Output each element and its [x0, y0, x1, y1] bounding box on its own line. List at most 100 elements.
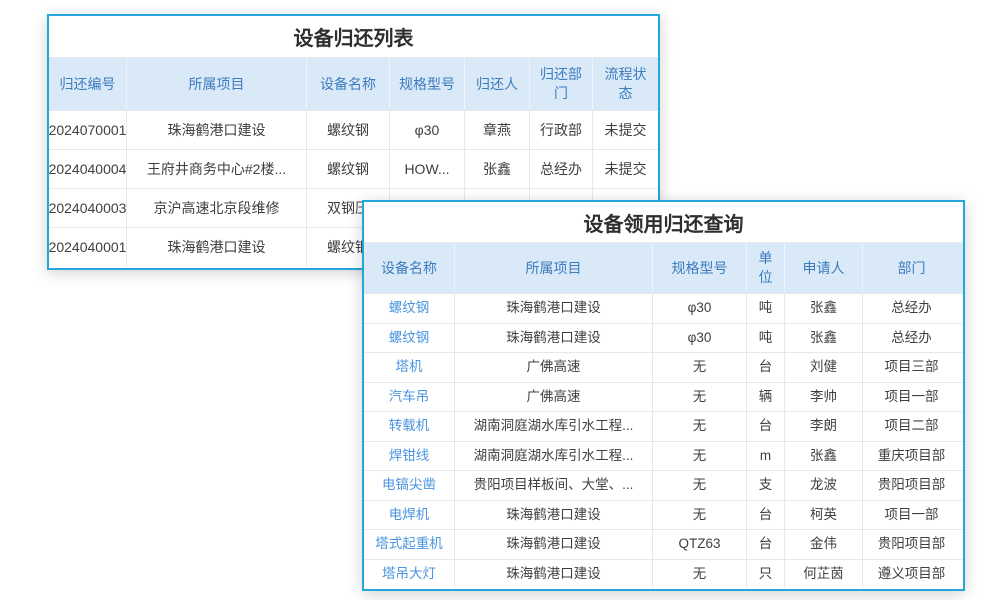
- table-cell: 珠海鹤港口建设: [127, 111, 307, 149]
- table-cell: 支: [747, 471, 785, 500]
- table-cell: φ30: [390, 111, 465, 149]
- table-cell: 珠海鹤港口建设: [455, 560, 653, 589]
- panel-title: 设备归还列表: [49, 16, 658, 58]
- table-cell: 广佛高速: [455, 383, 653, 412]
- table-header-row: 归还编号所属项目设备名称规格型号归还人归还部门流程状态: [49, 58, 658, 110]
- table-cell: 吨: [747, 294, 785, 323]
- table-cell: 何芷茵: [785, 560, 863, 589]
- table-cell: 未提交: [593, 111, 658, 149]
- table-cell: 重庆项目部: [863, 442, 960, 471]
- table-cell: 台: [747, 412, 785, 441]
- table-header-row: 设备名称所属项目规格型号单位申请人部门: [364, 243, 963, 293]
- table-cell: 2024040004: [49, 150, 127, 188]
- table-cell: 李朗: [785, 412, 863, 441]
- table-cell: φ30: [653, 324, 747, 353]
- equipment-name-link[interactable]: 转载机: [364, 412, 455, 441]
- table-cell: 遵义项目部: [863, 560, 960, 589]
- column-header: 流程状态: [593, 58, 658, 110]
- table-row: 塔机广佛高速无台刘健项目三部: [364, 352, 963, 382]
- table-cell: 2024070001: [49, 111, 127, 149]
- table-cell: 螺纹钢: [307, 150, 390, 188]
- equipment-name-link[interactable]: 塔式起重机: [364, 530, 455, 559]
- table-cell: 辆: [747, 383, 785, 412]
- table-row: 塔式起重机珠海鹤港口建设QTZ63台金伟贵阳项目部: [364, 529, 963, 559]
- table-cell: 项目一部: [863, 501, 960, 530]
- table-cell: 珠海鹤港口建设: [455, 530, 653, 559]
- table-cell: 珠海鹤港口建设: [455, 324, 653, 353]
- table-cell: 无: [653, 383, 747, 412]
- table-cell: 京沪高速北京段维修: [127, 189, 307, 227]
- table-cell: 无: [653, 560, 747, 589]
- table-cell: 湖南洞庭湖水库引水工程...: [455, 442, 653, 471]
- table-cell: 台: [747, 501, 785, 530]
- table-cell: 吨: [747, 324, 785, 353]
- table-row: 2024040004王府井商务中心#2楼...螺纹钢HOW...张鑫总经办未提交: [49, 149, 658, 188]
- table-row: 焊钳线湖南洞庭湖水库引水工程...无m张鑫重庆项目部: [364, 441, 963, 471]
- table-cell: 项目一部: [863, 383, 960, 412]
- table-row: 塔吊大灯珠海鹤港口建设无只何芷茵遵义项目部: [364, 559, 963, 589]
- table-row: 电焊机珠海鹤港口建设无台柯英项目一部: [364, 500, 963, 530]
- table-cell: 张鑫: [785, 442, 863, 471]
- column-header: 申请人: [785, 243, 863, 293]
- equipment-name-link[interactable]: 螺纹钢: [364, 324, 455, 353]
- table-cell: 张鑫: [785, 294, 863, 323]
- equipment-name-link[interactable]: 塔机: [364, 353, 455, 382]
- equipment-name-link[interactable]: 汽车吊: [364, 383, 455, 412]
- equipment-name-link[interactable]: 电焊机: [364, 501, 455, 530]
- table-row: 螺纹钢珠海鹤港口建设φ30吨张鑫总经办: [364, 323, 963, 353]
- table-cell: 螺纹钢: [307, 111, 390, 149]
- table-cell: 张鑫: [465, 150, 530, 188]
- table-cell: 李帅: [785, 383, 863, 412]
- table-cell: 金伟: [785, 530, 863, 559]
- equipment-query-table: 设备名称所属项目规格型号单位申请人部门螺纹钢珠海鹤港口建设φ30吨张鑫总经办螺纹…: [364, 243, 963, 588]
- column-header: 规格型号: [390, 58, 465, 110]
- table-cell: HOW...: [390, 150, 465, 188]
- table-cell: 广佛高速: [455, 353, 653, 382]
- table-cell: 未提交: [593, 150, 658, 188]
- table-cell: 珠海鹤港口建设: [127, 228, 307, 266]
- table-cell: 无: [653, 501, 747, 530]
- equipment-name-link[interactable]: 焊钳线: [364, 442, 455, 471]
- table-cell: 项目二部: [863, 412, 960, 441]
- column-header: 单位: [747, 243, 785, 293]
- panel-title: 设备领用归还查询: [364, 202, 963, 243]
- table-cell: 刘健: [785, 353, 863, 382]
- table-cell: 珠海鹤港口建设: [455, 294, 653, 323]
- table-cell: 台: [747, 353, 785, 382]
- table-cell: 2024040001: [49, 228, 127, 266]
- table-cell: 行政部: [530, 111, 593, 149]
- table-cell: 总经办: [863, 324, 960, 353]
- table-cell: 台: [747, 530, 785, 559]
- column-header: 设备名称: [364, 243, 455, 293]
- table-row: 螺纹钢珠海鹤港口建设φ30吨张鑫总经办: [364, 293, 963, 323]
- table-cell: 柯英: [785, 501, 863, 530]
- table-cell: QTZ63: [653, 530, 747, 559]
- column-header: 部门: [863, 243, 960, 293]
- column-header: 规格型号: [653, 243, 747, 293]
- table-cell: 总经办: [530, 150, 593, 188]
- equipment-name-link[interactable]: 螺纹钢: [364, 294, 455, 323]
- table-cell: 2024040003: [49, 189, 127, 227]
- table-cell: 贵阳项目部: [863, 471, 960, 500]
- table-cell: 无: [653, 353, 747, 382]
- table-cell: m: [747, 442, 785, 471]
- table-cell: 无: [653, 442, 747, 471]
- table-cell: 只: [747, 560, 785, 589]
- column-header: 归还人: [465, 58, 530, 110]
- table-row: 电镐尖凿贵阳项目样板间、大堂、...无支龙波贵阳项目部: [364, 470, 963, 500]
- column-header: 归还部门: [530, 58, 593, 110]
- column-header: 归还编号: [49, 58, 127, 110]
- table-cell: 章燕: [465, 111, 530, 149]
- table-cell: 贵阳项目部: [863, 530, 960, 559]
- table-cell: 项目三部: [863, 353, 960, 382]
- equipment-name-link[interactable]: 电镐尖凿: [364, 471, 455, 500]
- table-cell: 张鑫: [785, 324, 863, 353]
- table-cell: 贵阳项目样板间、大堂、...: [455, 471, 653, 500]
- table-cell: 无: [653, 471, 747, 500]
- table-cell: 珠海鹤港口建设: [455, 501, 653, 530]
- column-header: 所属项目: [455, 243, 653, 293]
- equipment-name-link[interactable]: 塔吊大灯: [364, 560, 455, 589]
- column-header: 所属项目: [127, 58, 307, 110]
- column-header: 设备名称: [307, 58, 390, 110]
- table-cell: 总经办: [863, 294, 960, 323]
